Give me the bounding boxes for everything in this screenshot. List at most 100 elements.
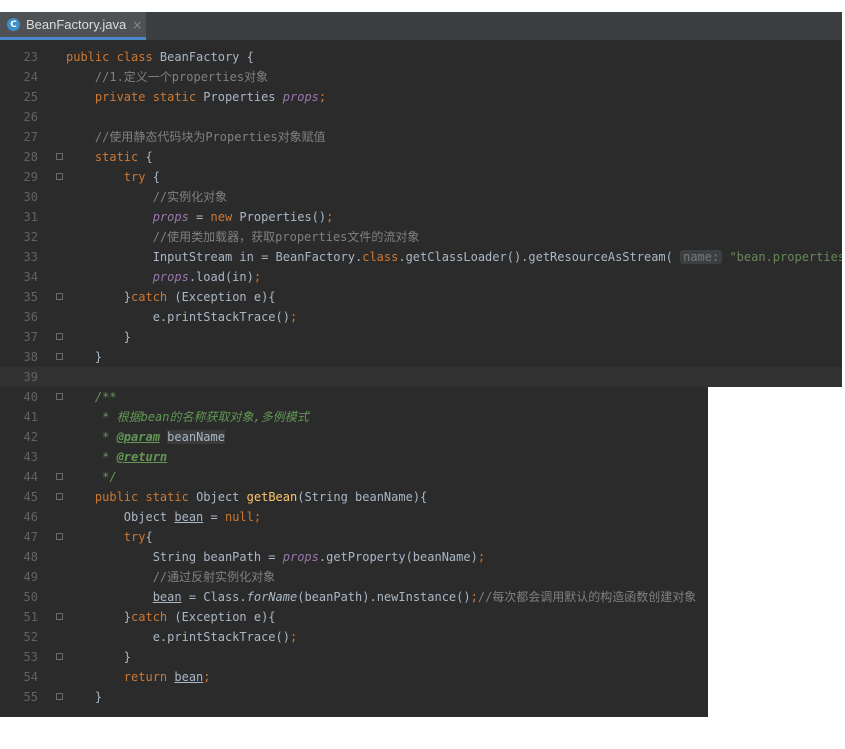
code-token: */ [102,470,117,484]
code-token: String beanPath = [66,550,283,564]
code-token: bean [152,590,182,604]
code-line[interactable]: */ [66,467,117,487]
fold-icon[interactable] [56,293,63,300]
editor-tab-bar: C BeanFactory.java × [0,12,842,40]
code-line[interactable]: try { [66,167,160,187]
code-line[interactable]: e.printStackTrace(); [66,307,298,327]
code-token: ; [326,210,334,224]
code-line[interactable]: * @return [66,447,167,467]
code-token: //通过反射实例化对象 [152,570,276,584]
code-token: .getClassLoader().getResourceAsStream( [398,250,681,264]
code-line[interactable]: public static Object getBean(String bean… [66,487,427,507]
code-line[interactable]: Object bean = null; [66,507,261,527]
line-number: 41 [23,410,38,424]
code-token: beanName [167,430,225,444]
parameter-hint: name: [680,250,723,264]
code-token: } [66,610,132,624]
code-line[interactable]: //使用类加载器，获取properties文件的流对象 [66,227,420,247]
code-line[interactable]: InputStream in = BeanFactory.class.getCl… [66,247,842,267]
code-token: } [66,690,103,704]
code-editor-lower[interactable]: 40 /** 41 * 根据bean的名称获取对象,多例模式 42 * @param… [0,387,708,717]
code-editor-upper[interactable]: 23 public class BeanFactory { 24 //1.定义一个p… [0,40,842,387]
code-token: try [123,170,153,184]
code-line[interactable]: * @param beanName [66,427,225,447]
tab-label: BeanFactory.java [26,17,127,32]
code-line[interactable]: static { [66,147,153,167]
code-line[interactable]: //实例化对象 [66,187,227,207]
code-token: ; [477,550,486,564]
line-number: 52 [23,630,38,644]
code-line[interactable]: } [66,327,131,347]
code-line[interactable]: bean = Class.forName(beanPath).newInstan… [66,587,697,607]
line-number: 50 [23,590,38,604]
code-line[interactable]: //1.定义一个properties对象 [66,67,268,87]
code-line[interactable]: }catch (Exception e){ [66,607,276,627]
line-number: 34 [23,270,38,284]
code-line[interactable]: }catch (Exception e){ [66,287,276,307]
code-token: props [282,550,319,564]
fold-icon[interactable] [56,333,63,340]
code-token: (Exception e){ [174,290,276,304]
line-number: 39 [23,370,38,384]
fold-icon[interactable] [56,533,63,540]
code-token: return [123,670,175,684]
code-line[interactable]: //通过反射实例化对象 [66,567,275,587]
fold-icon[interactable] [56,173,63,180]
code-line[interactable]: e.printStackTrace(); [66,627,298,647]
code-token: * 根据bean的名称获取对象,多例模式 [102,410,309,424]
fold-icon[interactable] [56,693,63,700]
tab-beanfactory-java[interactable]: C BeanFactory.java × [0,12,146,40]
close-icon[interactable]: × [132,18,142,32]
code-line[interactable]: String beanPath = props.getProperty(bean… [66,547,485,567]
line-number: 46 [23,510,38,524]
code-token: } [66,650,132,664]
fold-icon[interactable] [56,653,63,660]
line-number: 25 [23,90,38,104]
line-number: 48 [23,550,38,564]
fold-icon[interactable] [56,393,63,400]
code-token: //1.定义一个properties对象 [94,70,269,84]
code-line[interactable]: /** [66,387,117,407]
code-line[interactable]: private static Properties props; [66,87,326,107]
line-number: 47 [23,530,38,544]
code-line[interactable]: public class BeanFactory { [66,47,254,67]
line-number: 23 [23,50,38,64]
code-line[interactable]: } [66,687,102,707]
code-line[interactable]: * 根据bean的名称获取对象,多例模式 [66,407,309,427]
code-line[interactable]: } [66,647,131,667]
fold-icon[interactable] [56,153,63,160]
code-token: * [102,430,117,444]
code-token: private static [94,90,204,104]
fold-icon[interactable] [56,473,63,480]
line-number: 54 [23,670,38,684]
code-token: static [94,150,146,164]
code-token: bean [174,510,204,524]
code-line[interactable]: //使用静态代码块为Properties对象赋值 [66,127,326,147]
code-line[interactable]: try{ [66,527,153,547]
code-line[interactable]: props = new Properties(); [66,207,334,227]
code-token: .getProperty(beanName) [318,550,478,564]
fold-icon[interactable] [56,353,63,360]
fold-icon[interactable] [56,493,63,500]
code-token: e.printStackTrace() [66,630,290,644]
line-number: 24 [23,70,38,84]
code-line[interactable]: props.load(in); [66,267,261,287]
code-token: (String beanName){ [297,490,428,504]
code-line[interactable]: return bean; [66,667,211,687]
code-token: ; [289,630,298,644]
line-number: 49 [23,570,38,584]
code-token: //实例化对象 [152,190,228,204]
code-token: null; [224,510,262,524]
code-token: ; [470,590,478,604]
code-line[interactable]: } [66,347,102,367]
fold-icon[interactable] [56,613,63,620]
